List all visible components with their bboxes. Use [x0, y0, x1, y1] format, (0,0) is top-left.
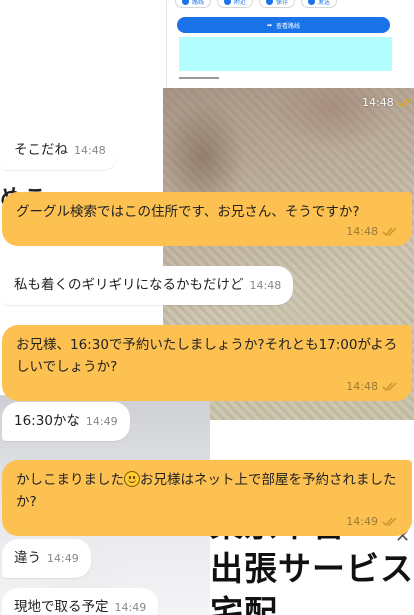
message-time: 14:49: [47, 552, 79, 565]
redacted-address-box: [179, 37, 392, 71]
message-meta: 14:49: [16, 515, 398, 529]
map-chip: 路线: [175, 0, 212, 8]
message-text: お兄様、16:30で予約いたしましょうか?それとも17:00がよろしいでしょうか…: [16, 337, 398, 375]
share-icon: [308, 0, 316, 5]
incoming-message[interactable]: そこだね 14:48: [2, 131, 118, 170]
route-icon: [182, 0, 189, 5]
map-route-button: ➡ 查看路线: [177, 17, 390, 33]
message-time: 14:49: [85, 415, 118, 428]
message-meta: 14:48: [16, 380, 398, 394]
outgoing-message[interactable]: お兄様、16:30で予約いたしましょうか?それとも17:00がよろしいでしょうか…: [2, 325, 412, 401]
message-text: グーグル検索ではこの住所です、お兄さん、そうですか?: [16, 204, 360, 220]
message-time: 14:49: [346, 515, 378, 528]
message-time: 14:48: [346, 380, 378, 393]
save-icon: [266, 0, 274, 5]
message-meta: 14:48: [362, 96, 413, 109]
read-check-icon: [382, 382, 397, 392]
directions-icon: ➡: [266, 21, 272, 29]
outgoing-message[interactable]: グーグル検索ではこの住所です、お兄さん、そうですか? 14:48: [2, 192, 412, 246]
message-text: 違う: [14, 550, 41, 566]
map-chip: 保存: [259, 0, 296, 8]
message-time: 14:48: [249, 279, 282, 292]
nearby-icon: [224, 0, 232, 5]
incoming-message[interactable]: 違う 14:49: [2, 539, 91, 578]
message-time: 14:48: [362, 96, 394, 109]
map-chip: 发送: [301, 0, 338, 8]
message-time: 14:48: [74, 144, 106, 157]
message-text: 16:30かな: [14, 413, 80, 429]
incoming-message[interactable]: 現地で取る予定 14:49: [2, 588, 159, 615]
message-time: 14:48: [346, 225, 378, 238]
shared-map-screenshot[interactable]: 路线 附近 保存 发送 ➡ 查看路线: [166, 0, 414, 88]
map-action-chips: 路线 附近 保存 发送: [175, 0, 338, 8]
read-check-icon: [382, 227, 397, 237]
map-chip: 附近: [217, 0, 254, 8]
message-meta: 14:48: [16, 225, 398, 239]
outgoing-message[interactable]: かしこまりました お兄様はネット上で部屋を予約されましたか? 14:49: [2, 460, 412, 536]
poster-line: 出張サービス: [210, 549, 414, 588]
divider: [179, 77, 219, 79]
read-check-icon: [397, 97, 412, 107]
message-time: 14:49: [114, 601, 147, 614]
message-text: そこだね: [14, 142, 68, 158]
incoming-message[interactable]: 16:30かな 14:49: [2, 402, 130, 441]
message-text: 私も着くのギリギリになるかもだけど: [14, 277, 244, 293]
poster-line: 宅配: [210, 593, 278, 615]
message-text: 現地で取る予定: [14, 599, 109, 615]
read-check-icon: [382, 517, 397, 527]
smiling-face-emoji: [124, 471, 140, 487]
incoming-message[interactable]: 私も着くのギリギリになるかもだけど 14:48: [2, 266, 294, 305]
message-text: かしこまりました お兄様はネット上で部屋を予約されましたか?: [16, 471, 397, 510]
